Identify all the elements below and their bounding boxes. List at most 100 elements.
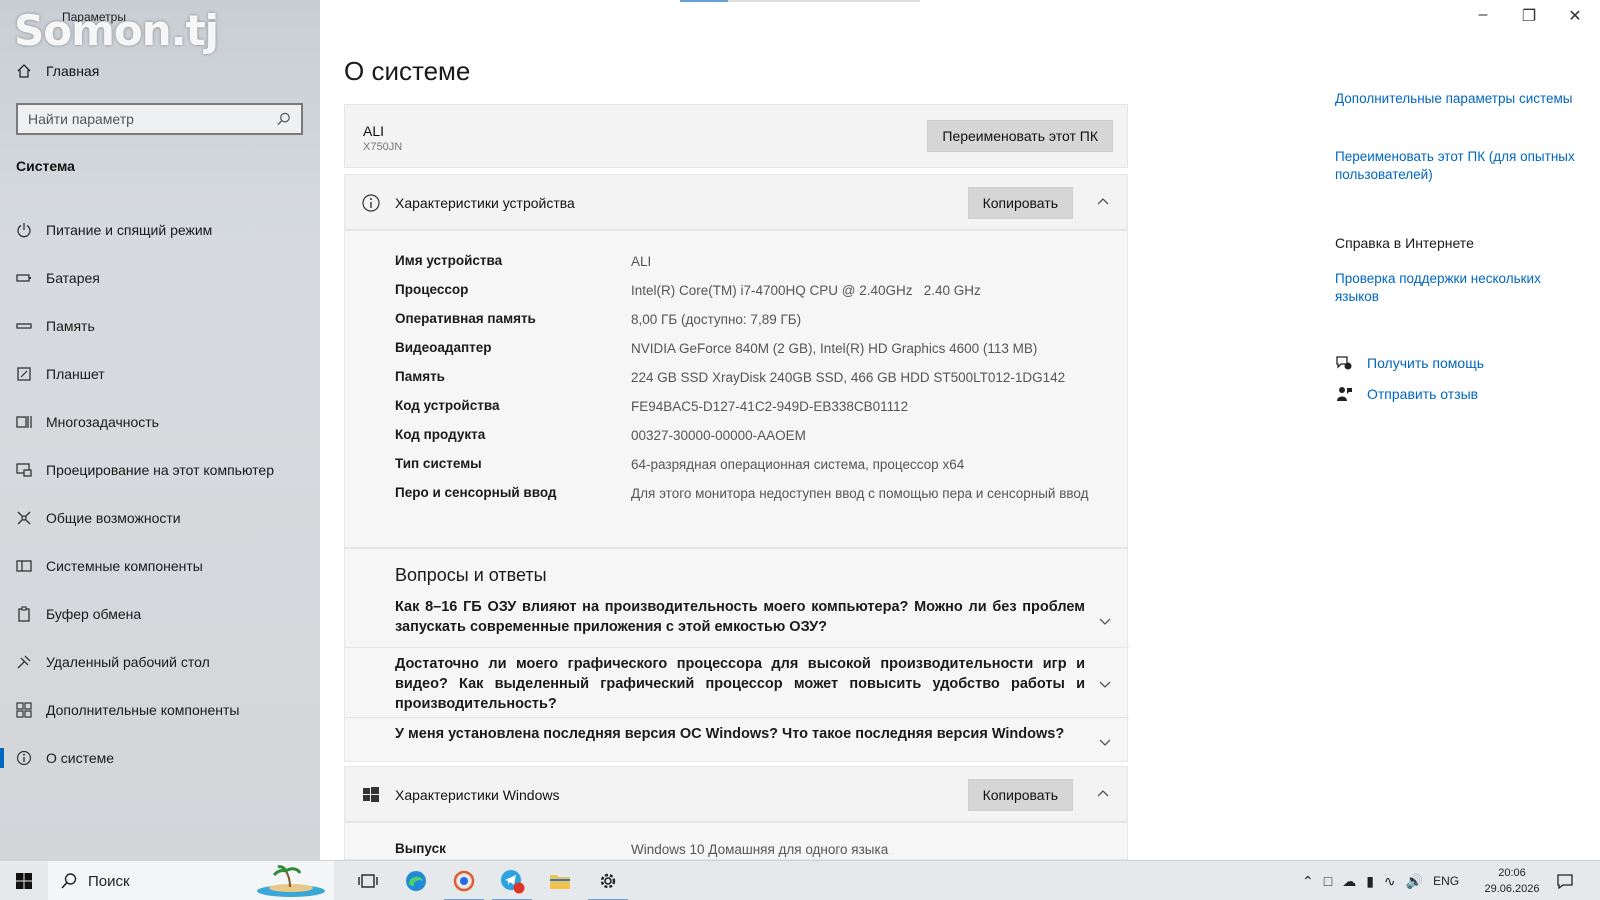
task-view-button[interactable]: [344, 861, 392, 900]
info-icon: [362, 194, 380, 212]
sidebar-item-tablet[interactable]: Планшет: [0, 350, 320, 398]
chevron-up-icon[interactable]: [1095, 193, 1111, 209]
onedrive-icon[interactable]: ☁: [1342, 873, 1356, 890]
spec-value: FE94BAC5-D127-41C2-949D-EB338CB01112: [631, 399, 909, 414]
spec-value: 8,00 ГБ (доступно: 7,89 ГБ): [631, 312, 802, 327]
search-icon[interactable]: [276, 111, 291, 127]
spec-value: 64-разрядная операционная система, проце…: [631, 457, 965, 472]
clock-date: 29.06.2026: [1484, 883, 1540, 895]
close-button[interactable]: ✕: [1552, 6, 1598, 26]
taskbar-settings[interactable]: [584, 861, 632, 900]
faq-item[interactable]: Достаточно ли моего графического процесс…: [345, 647, 1129, 715]
windows-specs-header[interactable]: Характеристики Windows Копировать: [344, 766, 1128, 822]
info-icon: [16, 750, 32, 766]
chat-help-icon: [1336, 356, 1352, 370]
windows-logo-icon: [363, 787, 379, 802]
sidebar-item-about[interactable]: О системе: [0, 734, 320, 782]
faq-section: Вопросы и ответы Как 8–16 ГБ ОЗУ влияют …: [344, 548, 1129, 763]
clock-time: 20:06: [1498, 867, 1526, 879]
clipboard-icon: [16, 606, 32, 622]
language-indicator[interactable]: ENG: [1433, 874, 1459, 888]
spec-label: Тип системы: [395, 456, 482, 471]
advanced-system-settings-link[interactable]: Дополнительные параметры системы: [1335, 90, 1575, 108]
chevron-down-icon[interactable]: [1097, 613, 1113, 629]
taskbar-edge[interactable]: [392, 861, 440, 900]
multitasking-icon: [16, 414, 32, 430]
taskbar-search-label: Поиск: [88, 872, 130, 890]
spec-value: Для этого монитора недоступен ввод с пом…: [631, 486, 1089, 501]
telegram-icon: [501, 870, 525, 894]
sidebar-item-power[interactable]: Питание и спящий режим: [0, 206, 320, 254]
clock[interactable]: 20:06 29.06.2026: [1476, 865, 1548, 897]
system-components-icon: [16, 558, 32, 574]
volume-icon[interactable]: 🔊: [1406, 873, 1423, 890]
language-support-link[interactable]: Проверка поддержки нескольких языков: [1335, 270, 1575, 306]
folder-icon: [550, 875, 570, 889]
sidebar-item-projecting[interactable]: Проецирование на этот компьютер: [0, 446, 320, 494]
sidebar-item-optional-features[interactable]: Дополнительные компоненты: [0, 686, 320, 734]
taskbar-app-wheel[interactable]: [440, 861, 488, 900]
device-specs-header[interactable]: Характеристики устройства Копировать: [344, 174, 1128, 230]
spec-label: Выпуск: [395, 841, 446, 856]
sidebar-item-label: О системе: [46, 750, 115, 766]
sidebar-item-label: Общие возможности: [46, 510, 181, 526]
copy-windows-specs-button[interactable]: Копировать: [967, 779, 1073, 811]
home-link[interactable]: Главная: [16, 63, 99, 79]
sidebar-item-system-components[interactable]: Системные компоненты: [0, 542, 320, 590]
sidebar-item-label: Буфер обмена: [46, 606, 142, 622]
spec-label: Код продукта: [395, 427, 486, 442]
restore-button[interactable]: ❐: [1506, 6, 1552, 26]
spec-label: Оперативная память: [395, 311, 536, 326]
taskbar: Поиск ⌃ □ ☁ ▮ ∿ 🔊 ENG 20:06 29.06.2026: [0, 860, 1600, 900]
get-help-link[interactable]: Получить помощь: [1335, 354, 1484, 372]
spec-value: Windows 10 Домашняя для одного языка: [631, 842, 889, 857]
watermark-logo: Somon.tj: [14, 6, 219, 55]
remote-desktop-icon: [16, 654, 32, 670]
spec-value: 224 GB SSD XrayDisk 240GB SSD, 466 GB HD…: [631, 370, 1066, 385]
spec-label: Код устройства: [395, 398, 500, 413]
send-feedback-link[interactable]: Отправить отзыв: [1335, 385, 1478, 403]
settings-search[interactable]: [16, 103, 303, 135]
notifications-button[interactable]: [1556, 861, 1574, 900]
spec-value: 00327-30000-00000-AAOEM: [631, 428, 806, 443]
wifi-icon[interactable]: ∿: [1384, 873, 1396, 890]
tablet-icon: [16, 366, 32, 382]
sidebar-item-shared-experiences[interactable]: Общие возможности: [0, 494, 320, 542]
optional-features-icon: [16, 702, 32, 718]
taskbar-search[interactable]: Поиск: [48, 861, 334, 900]
sidebar-item-label: Планшет: [46, 366, 105, 382]
meet-now-icon[interactable]: □: [1324, 873, 1332, 889]
spec-label: Процессор: [395, 282, 469, 297]
spec-value: NVIDIA GeForce 840M (2 GB), Intel(R) HD …: [631, 341, 1038, 356]
faq-item[interactable]: У меня установлена последняя версия ОС W…: [345, 717, 1129, 763]
faq-item[interactable]: Как 8–16 ГБ ОЗУ влияют на производительн…: [345, 597, 1129, 645]
device-specs-body: Имя устройства ALI Процессор Intel(R) Co…: [344, 230, 1128, 548]
sidebar-item-battery[interactable]: Батарея: [0, 254, 320, 302]
faq-question: Достаточно ли моего графического процесс…: [395, 656, 1085, 712]
faq-title: Вопросы и ответы: [395, 565, 547, 585]
page-title: О системе: [344, 56, 471, 86]
storage-icon: [16, 318, 32, 334]
chevron-down-icon[interactable]: [1097, 734, 1113, 750]
spec-label: Перо и сенсорный ввод: [395, 485, 557, 500]
copy-device-specs-button[interactable]: Копировать: [967, 187, 1073, 219]
taskbar-file-explorer[interactable]: [536, 861, 584, 900]
chevron-up-icon[interactable]: [1095, 785, 1111, 801]
faq-question: У меня установлена последняя версия ОС W…: [395, 726, 1065, 742]
send-feedback-label: Отправить отзыв: [1367, 386, 1479, 402]
rename-pc-button[interactable]: Переименовать этот ПК: [927, 120, 1113, 152]
sidebar-item-storage[interactable]: Память: [0, 302, 320, 350]
taskbar-telegram[interactable]: [488, 861, 536, 900]
rename-pc-advanced-link[interactable]: Переименовать этот ПК (для опытных польз…: [1335, 148, 1575, 184]
start-button[interactable]: [0, 861, 48, 900]
battery-icon[interactable]: ▮: [1366, 873, 1374, 890]
get-help-label: Получить помощь: [1367, 355, 1485, 371]
windows-logo-icon: [16, 873, 32, 889]
sidebar-item-multitasking[interactable]: Многозадачность: [0, 398, 320, 446]
chevron-down-icon[interactable]: [1097, 676, 1113, 692]
sidebar-item-clipboard[interactable]: Буфер обмена: [0, 590, 320, 638]
settings-search-input[interactable]: [28, 111, 276, 127]
chevron-up-icon[interactable]: ⌃: [1302, 873, 1314, 890]
sidebar-item-remote-desktop[interactable]: Удаленный рабочий стол: [0, 638, 320, 686]
minimize-button[interactable]: –: [1460, 6, 1506, 24]
